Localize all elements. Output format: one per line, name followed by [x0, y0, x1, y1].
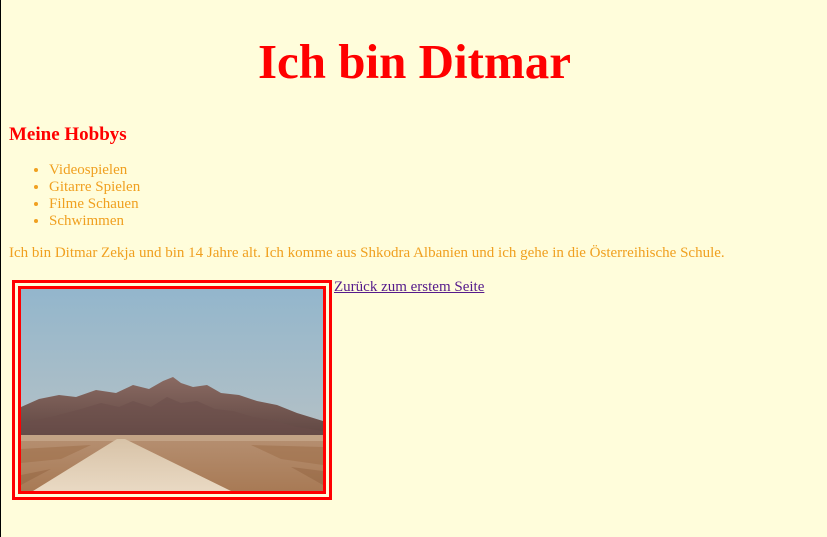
- page-title: Ich bin Ditmar: [257, 34, 572, 89]
- hobby-item-gitarre: Gitarre Spielen: [49, 179, 140, 196]
- hobby-list: Videospielen Gitarre Spielen Filme Schau…: [9, 162, 140, 230]
- intro-paragraph: Ich bin Ditmar Zekja und bin 14 Jahre al…: [9, 245, 725, 261]
- hobbies-heading: Meine Hobbys: [9, 124, 127, 145]
- hobby-item-filme: Filme Schauen: [49, 196, 140, 213]
- back-to-first-page-link[interactable]: Zurück zum erstem Seite: [334, 279, 484, 296]
- photo-frame: [12, 280, 332, 500]
- hobby-item-schwimmen: Schwimmen: [49, 213, 140, 230]
- photo-inner-border: [18, 286, 326, 494]
- hobby-item-videospielen: Videospielen: [49, 162, 140, 179]
- desert-road-mountain-photo: [21, 289, 323, 491]
